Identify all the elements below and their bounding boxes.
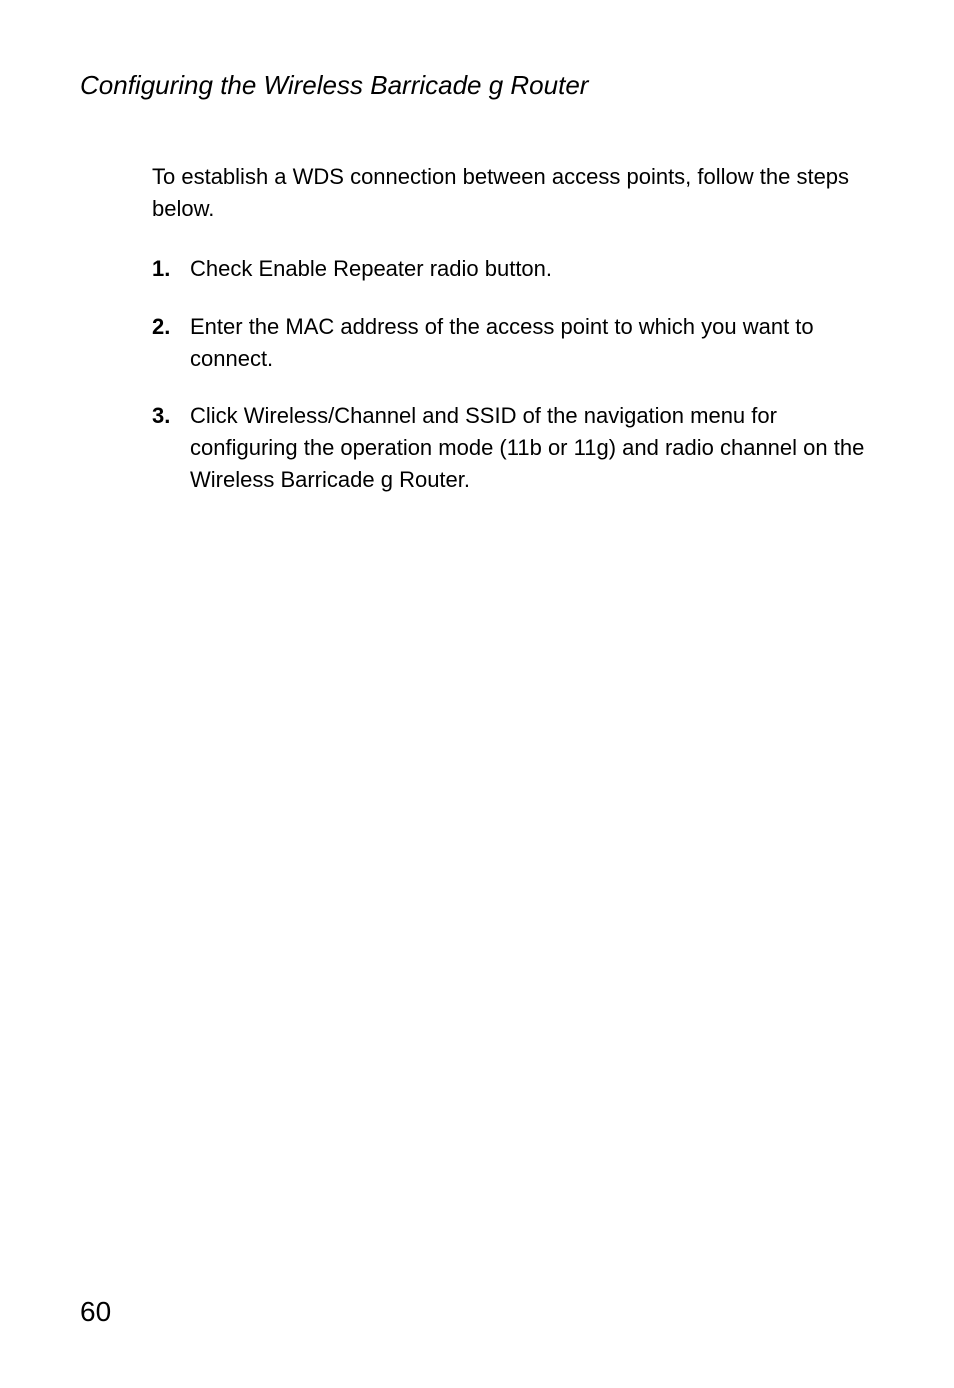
step-text: Enter the MAC address of the access poin… <box>190 311 874 375</box>
step-text: Click Wireless/Channel and SSID of the n… <box>190 400 874 496</box>
step-2: 2. Enter the MAC address of the access p… <box>152 311 874 375</box>
step-number: 3. <box>152 400 190 496</box>
step-text: Check Enable Repeater radio button. <box>190 253 874 285</box>
intro-paragraph: To establish a WDS connection between ac… <box>152 161 874 225</box>
step-number: 1. <box>152 253 190 285</box>
page-container: Configuring the Wireless Barricade g Rou… <box>0 0 954 1388</box>
page-number: 60 <box>80 1296 111 1328</box>
page-header-title: Configuring the Wireless Barricade g Rou… <box>80 70 874 101</box>
step-number: 2. <box>152 311 190 375</box>
step-3: 3. Click Wireless/Channel and SSID of th… <box>152 400 874 496</box>
step-1: 1. Check Enable Repeater radio button. <box>152 253 874 285</box>
